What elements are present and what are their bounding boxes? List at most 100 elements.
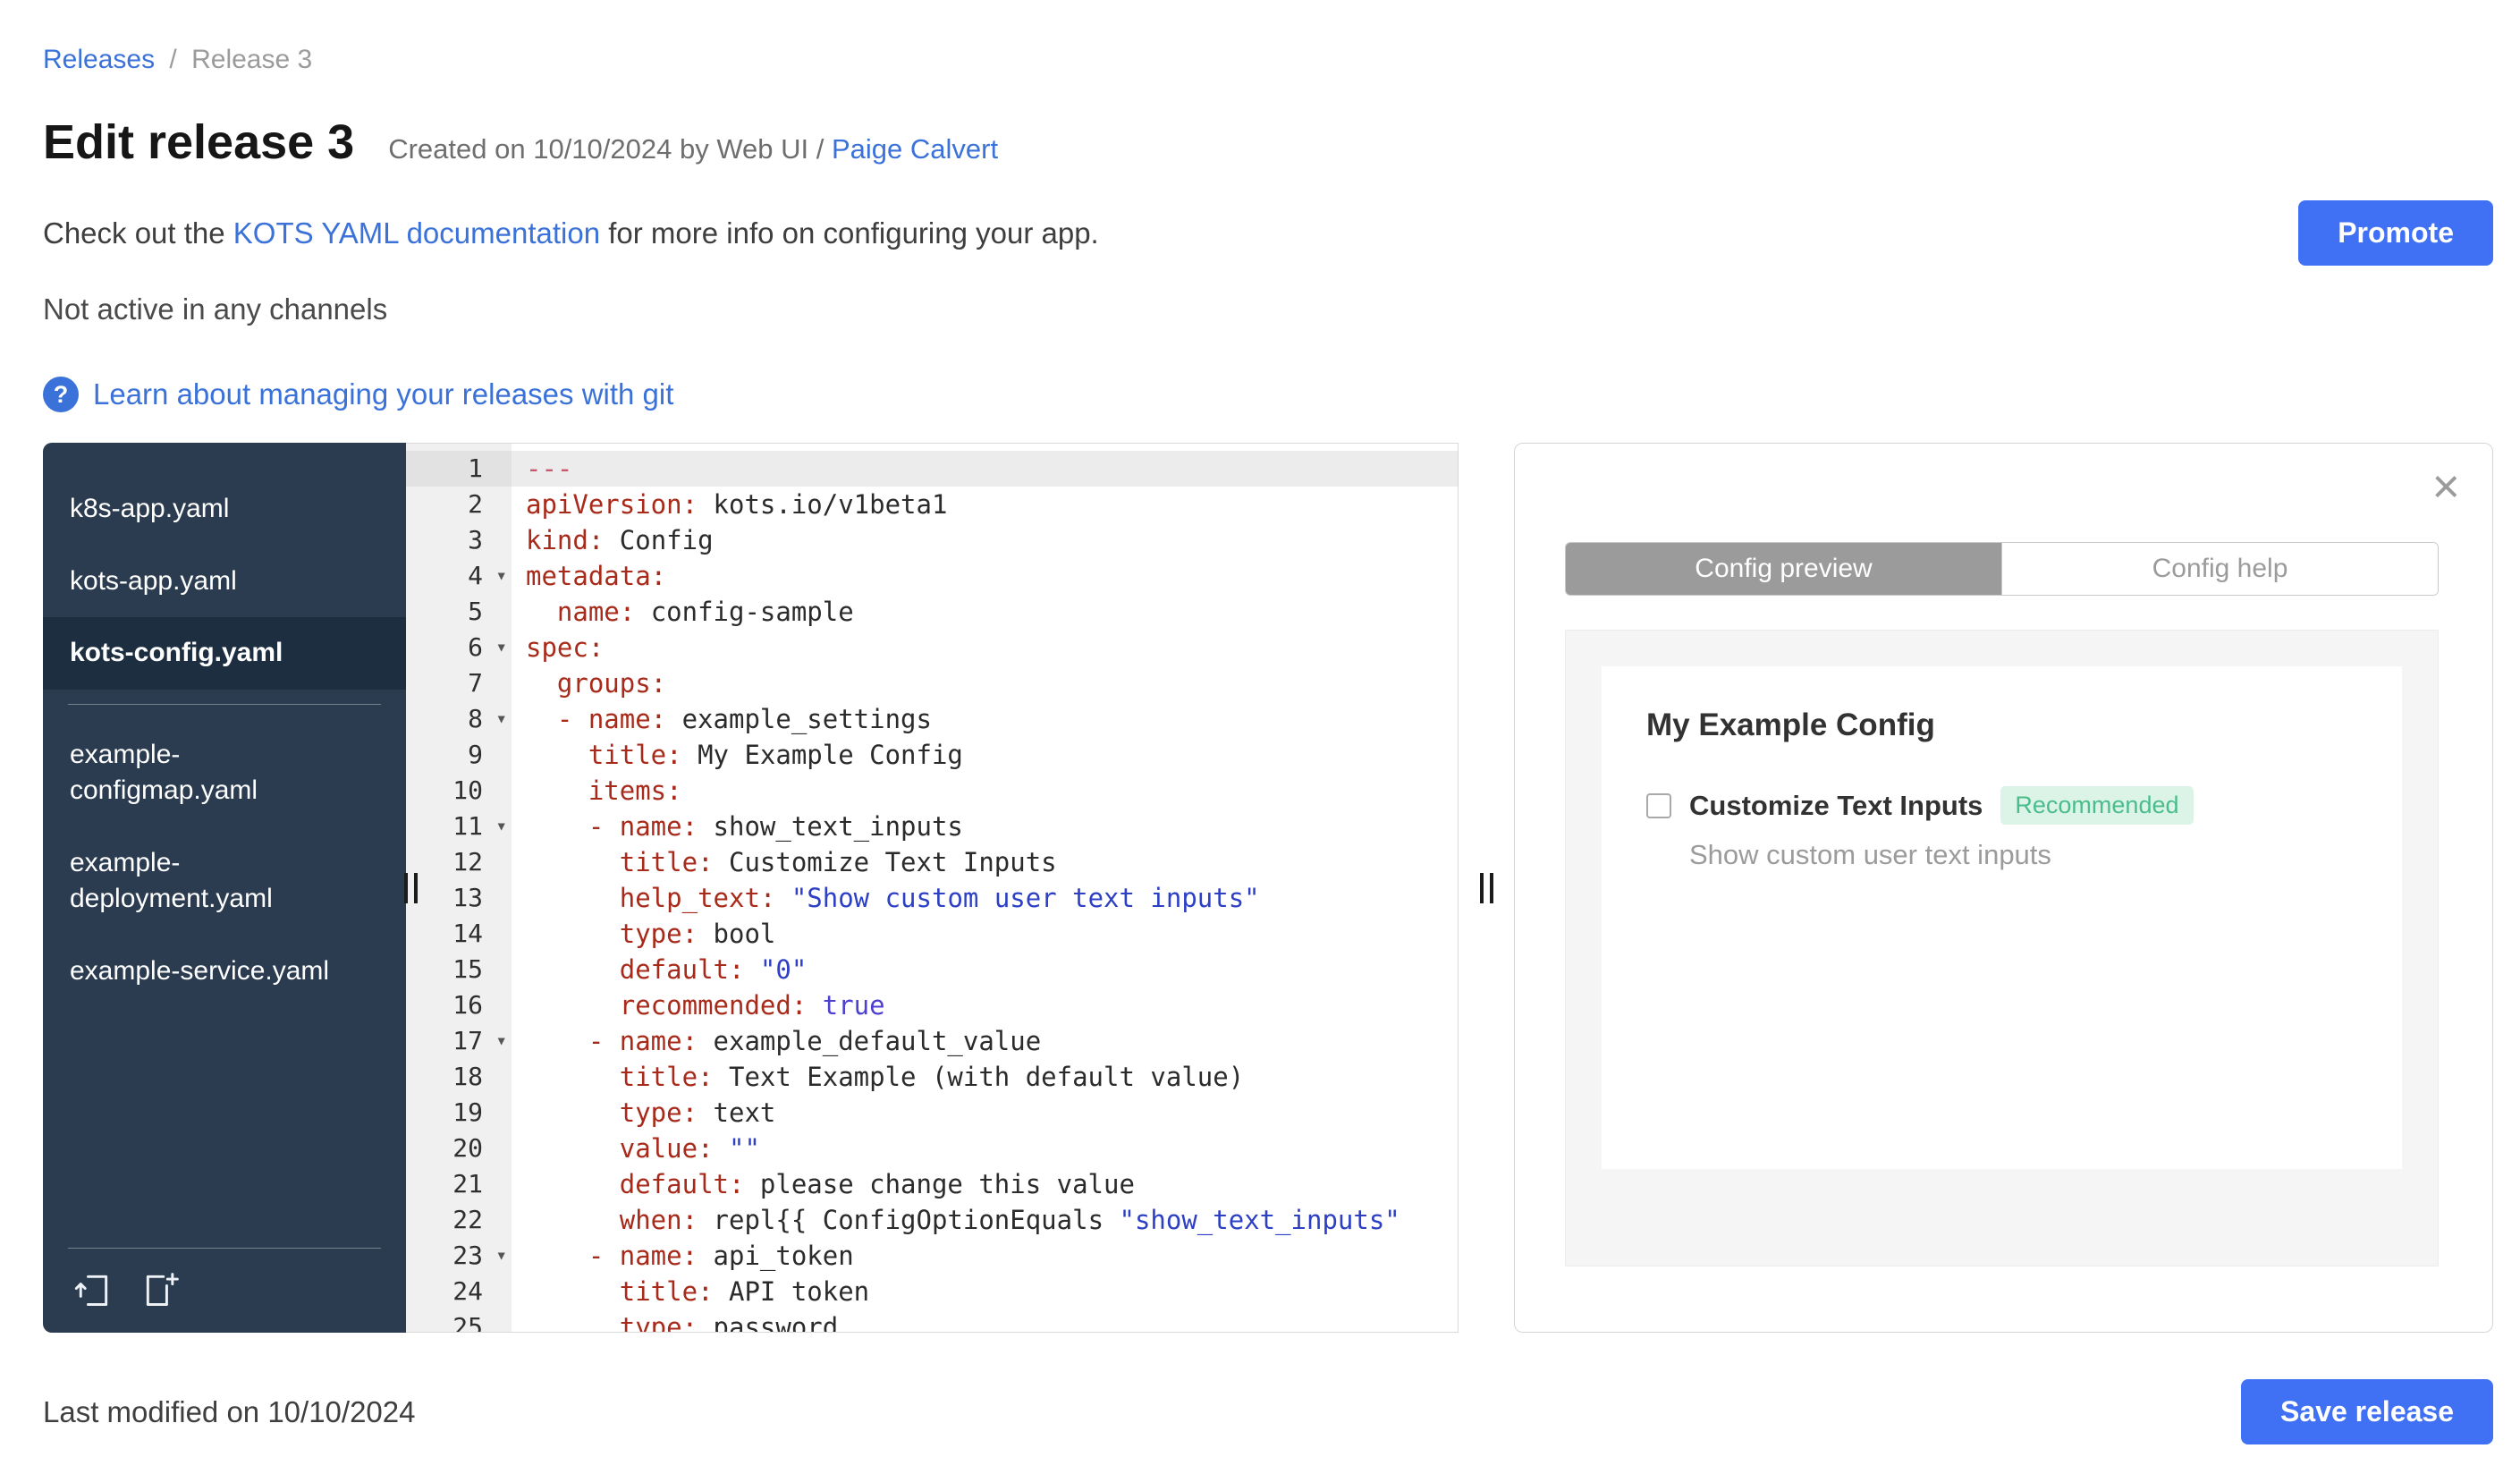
config-option-row: Customize Text Inputs Recommended <box>1646 786 2357 825</box>
code-text: recommended: true <box>619 990 885 1021</box>
line-number: 20 <box>452 1133 483 1163</box>
config-option-label: Customize Text Inputs <box>1689 789 1983 821</box>
line-number: 17 ▾ <box>406 1023 512 1059</box>
sidebar-file-kots-app-yaml[interactable]: kots-app.yaml <box>43 546 406 618</box>
fold-caret-icon[interactable]: ▾ <box>495 557 507 593</box>
code-line-4[interactable]: 4 ▾ metadata: <box>406 558 1458 594</box>
code-text: help_text: "Show custom user text inputs… <box>619 883 1260 913</box>
docs-suffix: for more info on configuring your app. <box>600 216 1099 250</box>
code-lines: 1 --- 2 apiVersion: kots.io/v1beta1 3 kind: C… <box>406 444 1458 1333</box>
config-card: My Example Config Customize Text Inputs … <box>1602 666 2402 1169</box>
code-line-16[interactable]: 16 recommended: true <box>406 987 1458 1023</box>
sidebar-file-example-service-yaml[interactable]: example-service.yaml <box>43 936 406 1008</box>
sidebar-file-example-configmap-yaml[interactable]: example-configmap.yaml <box>43 719 406 827</box>
code-line-9[interactable]: 9 title: My Example Config <box>406 737 1458 773</box>
code-line-18[interactable]: 18 title: Text Example (with default val… <box>406 1059 1458 1095</box>
new-file-icon[interactable] <box>141 1270 181 1309</box>
code-line-20[interactable]: 20 value: "" <box>406 1131 1458 1166</box>
code-line-22[interactable]: 22 when: repl{{ ConfigOptionEquals "show… <box>406 1202 1458 1238</box>
upload-file-icon[interactable] <box>73 1270 113 1309</box>
release-workspace: k8s-app.yaml kots-app.yaml kots-config.yam… <box>43 443 2493 1333</box>
breadcrumb: Releases / Release 3 <box>43 45 2493 75</box>
code-line-8[interactable]: 8 ▾ - name: example_settings <box>406 701 1458 737</box>
line-number: 1 <box>406 451 512 487</box>
fold-caret-icon[interactable]: ▾ <box>495 629 507 665</box>
code-line-1[interactable]: 1 --- <box>406 451 1458 487</box>
code-line-7[interactable]: 7 groups: <box>406 665 1458 701</box>
line-number: 14 <box>452 919 483 948</box>
code-text: when: repl{{ ConfigOptionEquals "show_te… <box>619 1205 1400 1235</box>
close-icon[interactable]: × <box>2426 462 2465 512</box>
code-text: title: My Example Config <box>588 740 963 770</box>
line-number: 4 ▾ <box>406 558 512 594</box>
created-info: Created on 10/10/2024 by Web UI / Paige … <box>388 133 998 165</box>
panel-gap <box>1459 443 1514 1333</box>
docs-row: Check out the KOTS YAML documentation fo… <box>43 200 2493 266</box>
code-text: - name: example_default_value <box>588 1026 1042 1056</box>
config-option-help-text: Show custom user text inputs <box>1689 839 2051 870</box>
config-preview-panel: × Config preview Config help My Example C… <box>1514 443 2493 1333</box>
tab-config-help[interactable]: Config help <box>2001 543 2438 595</box>
code-line-15[interactable]: 15 default: "0" <box>406 952 1458 987</box>
code-line-17[interactable]: 17 ▾ - name: example_default_value <box>406 1023 1458 1059</box>
line-number: 12 <box>452 847 483 877</box>
fold-caret-icon[interactable]: ▾ <box>495 700 507 736</box>
sidebar-resize-handle[interactable] <box>404 872 418 903</box>
line-number: 21 <box>452 1169 483 1199</box>
kots-docs-link[interactable]: KOTS YAML documentation <box>233 216 600 250</box>
file-list: k8s-app.yaml kots-app.yaml kots-config.yam… <box>43 473 406 1007</box>
docs-line: Check out the KOTS YAML documentation fo… <box>43 216 1099 250</box>
tab-config-preview[interactable]: Config preview <box>1566 543 2001 595</box>
footer: Last modified on 10/10/2024 Save release <box>43 1379 2493 1444</box>
fold-caret-icon[interactable]: ▾ <box>495 1237 507 1273</box>
code-line-10[interactable]: 10 items: <box>406 773 1458 809</box>
line-number: 22 <box>452 1205 483 1234</box>
code-line-12[interactable]: 12 title: Customize Text Inputs <box>406 844 1458 880</box>
line-number: 9 <box>468 740 483 769</box>
code-text: - name: show_text_inputs <box>588 811 963 842</box>
fold-caret-icon[interactable]: ▾ <box>495 1022 507 1058</box>
last-modified-text: Last modified on 10/10/2024 <box>43 1394 416 1428</box>
sidebar-file-k8s-app-yaml[interactable]: k8s-app.yaml <box>43 473 406 546</box>
breadcrumb-separator: / <box>169 45 177 74</box>
code-text: title: API token <box>619 1276 870 1307</box>
code-line-21[interactable]: 21 default: please change this value <box>406 1166 1458 1202</box>
code-line-25[interactable]: 25 type: password <box>406 1309 1458 1333</box>
sidebar-file-kots-config-yaml[interactable]: kots-config.yaml <box>43 617 406 690</box>
code-text: value: "" <box>619 1133 760 1164</box>
code-line-13[interactable]: 13 help_text: "Show custom user text inp… <box>406 880 1458 916</box>
breadcrumb-current: Release 3 <box>191 45 313 74</box>
code-text: - name: example_settings <box>556 704 932 734</box>
sidebar-file-example-deployment-yaml[interactable]: example-deployment.yaml <box>43 827 406 936</box>
save-release-button[interactable]: Save release <box>2241 1379 2493 1444</box>
line-number: 18 <box>452 1062 483 1091</box>
breadcrumb-releases-link[interactable]: Releases <box>43 45 155 74</box>
line-number: 11 ▾ <box>406 809 512 844</box>
line-number: 2 <box>468 489 483 519</box>
file-sidebar: k8s-app.yaml kots-app.yaml kots-config.yam… <box>43 443 406 1333</box>
promote-button[interactable]: Promote <box>2298 200 2493 266</box>
code-text: --- <box>526 453 573 484</box>
author-link[interactable]: Paige Calvert <box>832 133 998 165</box>
git-help-row: ? Learn about managing your releases wit… <box>43 377 2493 412</box>
code-line-24[interactable]: 24 title: API token <box>406 1274 1458 1309</box>
line-number: 25 <box>452 1312 483 1333</box>
line-number: 8 ▾ <box>406 701 512 737</box>
code-line-23[interactable]: 23 ▾ - name: api_token <box>406 1238 1458 1274</box>
code-line-11[interactable]: 11 ▾ - name: show_text_inputs <box>406 809 1458 844</box>
code-line-5[interactable]: 5 name: config-sample <box>406 594 1458 630</box>
code-line-6[interactable]: 6 ▾ spec: <box>406 630 1458 665</box>
code-line-19[interactable]: 19 type: text <box>406 1095 1458 1131</box>
code-line-3[interactable]: 3 kind: Config <box>406 522 1458 558</box>
fold-caret-icon[interactable]: ▾ <box>495 808 507 843</box>
preview-resize-handle[interactable] <box>1479 872 1493 903</box>
code-line-2[interactable]: 2 apiVersion: kots.io/v1beta1 <box>406 487 1458 522</box>
yaml-editor[interactable]: 1 --- 2 apiVersion: kots.io/v1beta1 3 kind: C… <box>406 443 1459 1333</box>
git-releases-link[interactable]: Learn about managing your releases with … <box>93 377 673 411</box>
question-mark-icon[interactable]: ? <box>43 377 79 412</box>
code-line-14[interactable]: 14 type: bool <box>406 916 1458 952</box>
line-number: 23 ▾ <box>406 1238 512 1274</box>
customize-text-inputs-checkbox[interactable] <box>1646 792 1671 818</box>
created-text: Created on 10/10/2024 by Web UI / <box>388 133 824 165</box>
title-row: Edit release 3 Created on 10/10/2024 by … <box>43 114 2493 170</box>
